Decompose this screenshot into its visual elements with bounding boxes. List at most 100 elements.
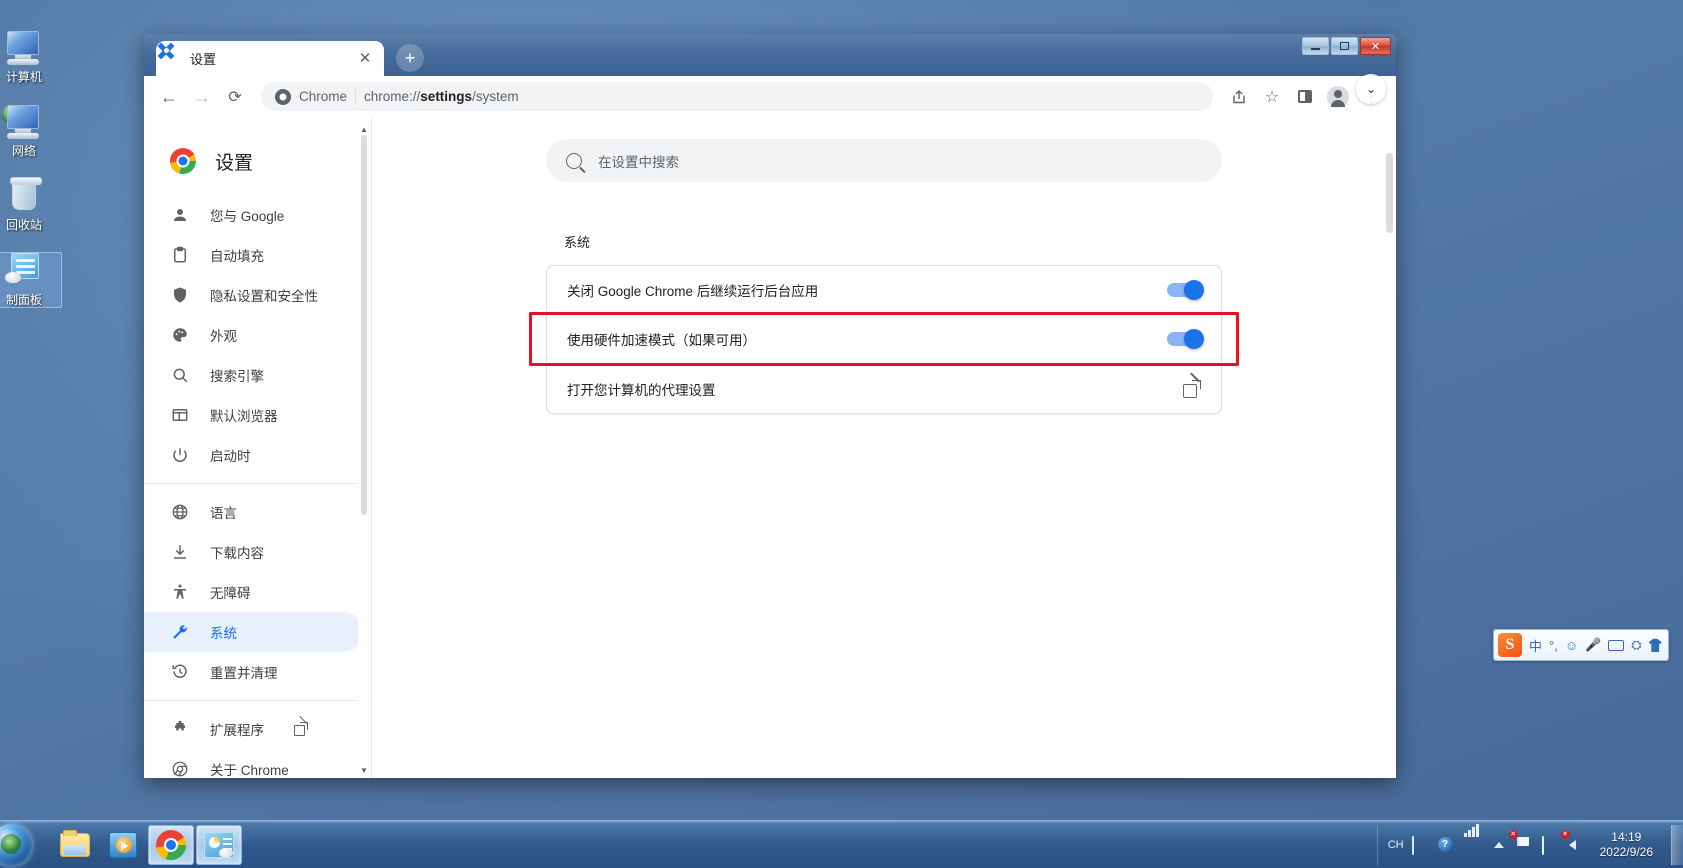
toolbox-icon[interactable]: ⛭ bbox=[1631, 637, 1641, 653]
chrome-logo-icon bbox=[170, 148, 196, 174]
search-input[interactable]: 在设置中搜索 bbox=[546, 139, 1222, 182]
sidebar-item-about-chrome[interactable]: 关于 Chrome bbox=[144, 749, 363, 778]
chevron-down-icon[interactable]: ⌄ bbox=[1356, 74, 1386, 104]
open-external-icon[interactable] bbox=[1183, 379, 1201, 398]
gear-icon bbox=[163, 48, 182, 67]
desktop-icon-control-panel[interactable]: 制面板 bbox=[0, 252, 62, 308]
browser-icon bbox=[170, 405, 190, 425]
share-icon[interactable] bbox=[1224, 82, 1254, 112]
side-panel-icon[interactable] bbox=[1290, 82, 1320, 112]
sidebar-item-reset-cleanup[interactable]: 重置并清理 bbox=[144, 652, 363, 692]
ime-mode-label[interactable]: 中 bbox=[1529, 636, 1542, 655]
taskbar-chrome-button[interactable] bbox=[148, 824, 194, 865]
reload-button[interactable]: ⟳ bbox=[220, 82, 250, 112]
flag-alert-icon[interactable]: ✕ bbox=[1508, 829, 1534, 853]
search-row: 在设置中搜索 bbox=[372, 117, 1396, 182]
scroll-up-arrow[interactable]: ▲ bbox=[359, 123, 369, 135]
desktop-icon-computer[interactable]: 计算机 bbox=[0, 30, 62, 84]
show-hidden-icons-button[interactable] bbox=[1490, 837, 1508, 853]
sidebar-item-you-and-google[interactable]: 您与 Google bbox=[144, 195, 363, 235]
tab-title: 设置 bbox=[190, 52, 217, 67]
sidebar-item-on-startup[interactable]: 启动时 bbox=[144, 435, 363, 475]
sidebar-item-label: 自动填充 bbox=[210, 249, 264, 264]
soft-keyboard-icon[interactable] bbox=[1608, 639, 1625, 651]
new-tab-button[interactable]: + bbox=[396, 44, 424, 72]
setting-row-proxy-settings[interactable]: 打开您计算机的代理设置 bbox=[547, 364, 1221, 413]
keyboard-icon[interactable] bbox=[1411, 835, 1430, 855]
windows-taskbar: CH ? ✕ ✕ 14:19 2022/9/26 bbox=[0, 820, 1683, 868]
window-controls: ✕ bbox=[1302, 37, 1391, 55]
taskbar-buttons bbox=[52, 824, 242, 865]
sidebar-item-search-engine[interactable]: 搜索引擎 bbox=[144, 355, 363, 395]
setting-row-background-apps[interactable]: 关闭 Google Chrome 后继续运行后台应用 bbox=[547, 266, 1221, 315]
omnibox-scheme-label: Chrome bbox=[299, 89, 348, 104]
sidebar-item-label: 您与 Google bbox=[210, 209, 285, 224]
desktop-icon-network[interactable]: 网络 bbox=[0, 104, 62, 158]
bookmark-star-icon[interactable]: ☆ bbox=[1257, 82, 1287, 112]
sidebar-item-default-browser[interactable]: 默认浏览器 bbox=[144, 395, 363, 435]
desktop-icon-list: 计算机 网络 回收站 制面板 bbox=[0, 30, 62, 328]
monitor-alert-icon[interactable] bbox=[1541, 835, 1560, 855]
clipboard-icon bbox=[170, 245, 190, 265]
sidebar-item-label: 系统 bbox=[210, 626, 237, 641]
skin-icon[interactable] bbox=[1648, 638, 1662, 652]
address-bar[interactable]: Chrome chrome://settings/system bbox=[261, 82, 1213, 111]
sogou-ime-toolbar[interactable]: S 中 °, ☺ 🎤 ⛭ bbox=[1493, 629, 1669, 661]
settings-card: 关闭 Google Chrome 后继续运行后台应用 使用硬件加速模式（如果可用… bbox=[529, 265, 1239, 414]
background-apps-toggle[interactable] bbox=[1167, 280, 1204, 300]
emoji-icon[interactable]: ☺ bbox=[1565, 638, 1578, 653]
sogou-logo-icon[interactable]: S bbox=[1498, 633, 1522, 657]
tab-strip: 设置 ✕ + bbox=[156, 34, 1396, 76]
omnibox-divider bbox=[355, 88, 357, 105]
half-width-icon[interactable]: °, bbox=[1549, 638, 1558, 653]
media-player-icon bbox=[109, 831, 137, 858]
forward-button[interactable]: → bbox=[187, 82, 217, 112]
sidebar-item-accessibility[interactable]: 无障碍 bbox=[144, 572, 363, 612]
sidebar-scrollbar[interactable]: ▲ ▼ bbox=[358, 123, 370, 778]
sidebar-item-system[interactable]: 系统 bbox=[144, 612, 363, 652]
sidebar-item-autofill[interactable]: 自动填充 bbox=[144, 235, 363, 275]
close-window-button[interactable]: ✕ bbox=[1360, 37, 1391, 55]
sidebar-item-extensions[interactable]: 扩展程序 bbox=[144, 709, 363, 749]
sidebar-scrollbar-thumb[interactable] bbox=[361, 135, 367, 515]
taskbar-media-player-button[interactable] bbox=[100, 825, 146, 865]
show-desktop-button[interactable] bbox=[1671, 824, 1683, 865]
sidebar-item-downloads[interactable]: 下载内容 bbox=[144, 532, 363, 572]
sidebar-item-label: 外观 bbox=[210, 329, 237, 344]
scroll-down-arrow[interactable]: ▼ bbox=[359, 764, 369, 776]
language-indicator[interactable]: CH bbox=[1388, 839, 1404, 851]
setting-label: 关闭 Google Chrome 后继续运行后台应用 bbox=[567, 284, 819, 299]
maximize-button[interactable] bbox=[1331, 37, 1358, 55]
help-icon[interactable]: ? bbox=[1437, 836, 1456, 853]
speaker-muted-icon[interactable]: ✕ bbox=[1560, 829, 1586, 853]
sidebar-item-label: 下载内容 bbox=[210, 546, 264, 561]
sidebar-item-privacy-security[interactable]: 隐私设置和安全性 bbox=[144, 275, 363, 315]
accessibility-icon bbox=[170, 582, 190, 602]
system-section: 系统 关闭 Google Chrome 后继续运行后台应用 使用硬件加速模式（如… bbox=[372, 182, 1396, 414]
page-scrollbar[interactable] bbox=[1383, 117, 1396, 778]
hardware-acceleration-toggle[interactable] bbox=[1167, 329, 1204, 349]
page-scrollbar-thumb[interactable] bbox=[1386, 153, 1393, 233]
back-button[interactable]: ← bbox=[154, 82, 184, 112]
sidebar-divider-2 bbox=[144, 700, 371, 701]
tab-settings[interactable]: 设置 ✕ bbox=[156, 41, 384, 76]
sidebar-item-languages[interactable]: 语言 bbox=[144, 492, 363, 532]
setting-row-hardware-acceleration[interactable]: 使用硬件加速模式（如果可用） bbox=[529, 312, 1239, 366]
close-tab-icon[interactable]: ✕ bbox=[356, 50, 374, 68]
settings-content: 在设置中搜索 系统 关闭 Google Chrome 后继续运行后台应用 使用硬… bbox=[372, 117, 1396, 778]
taskbar-explorer-button[interactable] bbox=[52, 825, 98, 865]
minimize-button[interactable] bbox=[1302, 37, 1329, 55]
open-external-icon[interactable] bbox=[294, 722, 308, 736]
sidebar-item-appearance[interactable]: 外观 bbox=[144, 315, 363, 355]
sidebar-item-label: 扩展程序 bbox=[210, 723, 264, 738]
taskbar-clock[interactable]: 14:19 2022/9/26 bbox=[1600, 830, 1653, 860]
desktop-icon-label: 网络 bbox=[11, 144, 36, 158]
network-tray-icon[interactable] bbox=[1463, 823, 1482, 853]
taskbar-control-panel-button[interactable] bbox=[196, 824, 242, 865]
profile-avatar[interactable] bbox=[1323, 82, 1353, 112]
start-button[interactable] bbox=[0, 822, 38, 868]
desktop-icon-label: 制面板 bbox=[5, 293, 42, 307]
microphone-icon[interactable]: 🎤 bbox=[1585, 637, 1601, 653]
desktop-icon-label: 计算机 bbox=[5, 70, 42, 84]
desktop-icon-recycle-bin[interactable]: 回收站 bbox=[0, 177, 62, 232]
